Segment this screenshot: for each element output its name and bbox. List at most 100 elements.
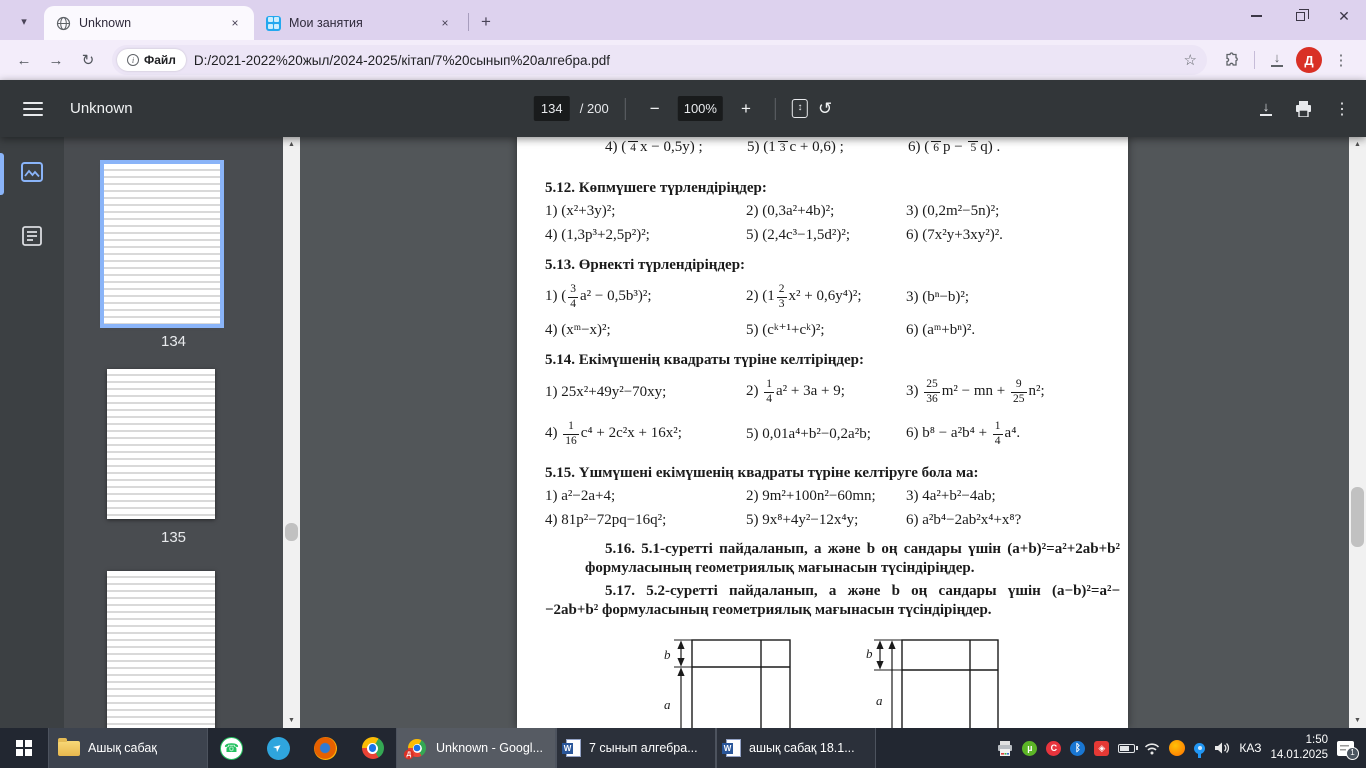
wifi-icon[interactable]	[1144, 742, 1160, 755]
taskbar-chrome-button[interactable]	[349, 728, 396, 768]
main-scrollbar[interactable]: ▲ ▼	[1349, 137, 1366, 728]
taskbar-whatsapp-button[interactable]: ☎	[208, 728, 255, 768]
exercise-item: 3) (0,2m²−5n)²;	[906, 201, 1128, 222]
outline-panel-icon[interactable]	[16, 220, 48, 255]
menu-icon[interactable]	[16, 92, 50, 126]
exercise-row-cut: 4) (4x − 0,5y) ; 5) (13c + 0,6) ; 6) (6p…	[517, 137, 1128, 169]
globe-icon	[56, 16, 71, 31]
pdf-menu-icon[interactable]: ⋮	[1334, 99, 1350, 119]
exercise-5-14-heading: 5.14. Екімүшенің квадраты түріне келтірі…	[517, 350, 1128, 370]
notification-center-icon[interactable]: 1	[1337, 741, 1354, 756]
zoom-out-button[interactable]: −	[642, 96, 668, 122]
pdf-actions: ⋮	[1259, 99, 1350, 119]
sidebar-scrollbar[interactable]: ▲ ▼	[283, 137, 300, 728]
page-total: / 200	[580, 101, 609, 116]
exercise-item: 4) (1,3p³+2,5p²)²;	[545, 225, 746, 246]
browser-toolbar: ← → ↻ i Файл D:/2021-2022%20жыл/2024-202…	[0, 40, 1366, 80]
windows-logo-icon	[16, 740, 32, 756]
bookmark-star-icon[interactable]: ☆	[1184, 51, 1197, 69]
thumbnails-panel-icon[interactable]	[15, 155, 49, 192]
file-scheme-chip[interactable]: i Файл	[117, 49, 186, 71]
figures-row: b a a b 5.1-сурет	[517, 632, 1128, 728]
exercise-item: 2) 9m²+100n²−60mn;	[746, 486, 906, 507]
figure-5-1: b a a b 5.1-сурет	[648, 632, 798, 728]
pdf-canvas[interactable]: 4) (4x − 0,5y) ; 5) (13c + 0,6) ; 6) (6p…	[300, 137, 1349, 728]
sidebar-rail	[0, 137, 64, 728]
scroll-up-icon[interactable]: ▲	[283, 137, 300, 152]
taskbar-telegram-button[interactable]: ➤	[255, 728, 302, 768]
battery-icon[interactable]	[1118, 744, 1135, 753]
taskbar-window-word-2[interactable]: ашық сабақ 18.1...	[716, 728, 876, 768]
profile-badge: Д	[404, 750, 414, 760]
browser-tab-unknown[interactable]: Unknown ×	[44, 6, 254, 40]
start-button[interactable]	[0, 728, 48, 768]
vpn-pin-icon[interactable]	[1194, 743, 1205, 754]
taskbar-window-word-1[interactable]: 7 сынып алгебра...	[556, 728, 716, 768]
bluetooth-icon[interactable]: ᛒ	[1070, 741, 1085, 756]
reload-button[interactable]: ↻	[74, 46, 102, 74]
exercise-item: 5) (cᵏ⁺¹+cᵏ)²;	[746, 320, 906, 341]
exercise-item: 6) b⁸ − a²b⁴ + 14a⁴.	[906, 420, 1128, 447]
back-button[interactable]: ←	[10, 46, 38, 74]
browser-tab-moi-zanyatiya[interactable]: Мои занятия ×	[254, 6, 464, 40]
scrollbar-thumb[interactable]	[285, 523, 298, 541]
svg-text:b: b	[866, 646, 873, 661]
scroll-up-icon[interactable]: ▲	[1349, 137, 1366, 152]
tab-search-button[interactable]: ▾	[10, 7, 38, 35]
scrollbar-thumb[interactable]	[1351, 487, 1364, 547]
toolbar-divider	[1254, 51, 1255, 69]
browser-menu-icon[interactable]: ⋮	[1326, 45, 1356, 75]
page-number-input[interactable]: 134	[534, 96, 570, 121]
taskbar-firefox-button[interactable]	[302, 728, 349, 768]
close-window-button[interactable]: ✕	[1322, 0, 1366, 32]
profile-avatar[interactable]: Д	[1296, 47, 1322, 73]
zoom-level[interactable]: 100%	[678, 96, 723, 121]
pdf-viewer: 134 135 ▲ ▼ 4) (4x − 0,5y) ; 5) (13c + 0…	[0, 137, 1366, 728]
pdf-title: Unknown	[70, 100, 133, 117]
pdf-download-icon[interactable]	[1259, 102, 1273, 116]
exercise-item: 6) (7x²y+3xy²)².	[906, 225, 1128, 246]
thumbnail-page-134[interactable]	[104, 164, 220, 324]
taskbar-window-chrome[interactable]: Д Unknown - Googl...	[396, 728, 556, 768]
taskbar-folder-window[interactable]: Ашық сабақ	[48, 728, 208, 768]
remote-app-icon[interactable]: ◈	[1094, 741, 1109, 756]
info-icon: i	[127, 54, 139, 66]
close-icon[interactable]: ×	[226, 14, 244, 32]
volume-icon[interactable]	[1214, 742, 1230, 754]
restore-button[interactable]	[1278, 0, 1322, 32]
ccleaner-icon[interactable]: C	[1046, 741, 1061, 756]
exercise-item: 1) a²−2a+4;	[545, 486, 746, 507]
rotate-icon[interactable]: ↺	[818, 99, 832, 119]
printer-icon[interactable]	[997, 741, 1013, 756]
thumbnail-page-135[interactable]	[107, 369, 215, 519]
thumbnail-page-136[interactable]	[107, 571, 215, 728]
close-icon[interactable]: ×	[436, 14, 454, 32]
exercise-item: 4) 116c⁴ + 2c²x + 16x²;	[545, 420, 746, 447]
exercise-item: 3) (bⁿ−b)²;	[906, 289, 1128, 306]
pdf-page-controls: 134 / 200 − 100% + ↕ ↺	[534, 96, 832, 122]
url-text: D:/2021-2022%20жыл/2024-2025/кітап/7%20с…	[194, 53, 1176, 68]
avast-icon[interactable]	[1169, 740, 1185, 756]
exercise-item: 1) (34a² − 0,5b³)²;	[545, 283, 746, 310]
utorrent-icon[interactable]: µ	[1022, 741, 1037, 756]
scroll-down-icon[interactable]: ▼	[1349, 713, 1366, 728]
new-tab-button[interactable]: +	[473, 9, 499, 35]
language-indicator[interactable]: КАЗ	[1239, 741, 1261, 755]
firefox-icon	[314, 737, 337, 760]
grid-icon	[266, 16, 281, 31]
fit-page-icon[interactable]: ↕	[792, 99, 808, 118]
date: 14.01.2025	[1270, 748, 1328, 763]
zoom-in-button[interactable]: +	[733, 96, 759, 122]
taskbar-clock[interactable]: 1:50 14.01.2025	[1270, 733, 1328, 763]
exercise-item: 5) 9x⁸+4y²−12x⁴y;	[746, 510, 906, 531]
folder-icon	[58, 741, 80, 756]
scroll-down-icon[interactable]: ▼	[283, 713, 300, 728]
minimize-button[interactable]	[1234, 0, 1278, 32]
print-icon[interactable]	[1295, 101, 1312, 117]
address-bar[interactable]: i Файл D:/2021-2022%20жыл/2024-2025/кіта…	[112, 45, 1207, 75]
word-document-icon	[726, 739, 741, 757]
downloads-icon[interactable]	[1262, 45, 1292, 75]
exercise-5-13-heading: 5.13. Өрнекті түрлендіріңдер:	[517, 255, 1128, 275]
extensions-icon[interactable]	[1217, 45, 1247, 75]
forward-button[interactable]: →	[42, 46, 70, 74]
